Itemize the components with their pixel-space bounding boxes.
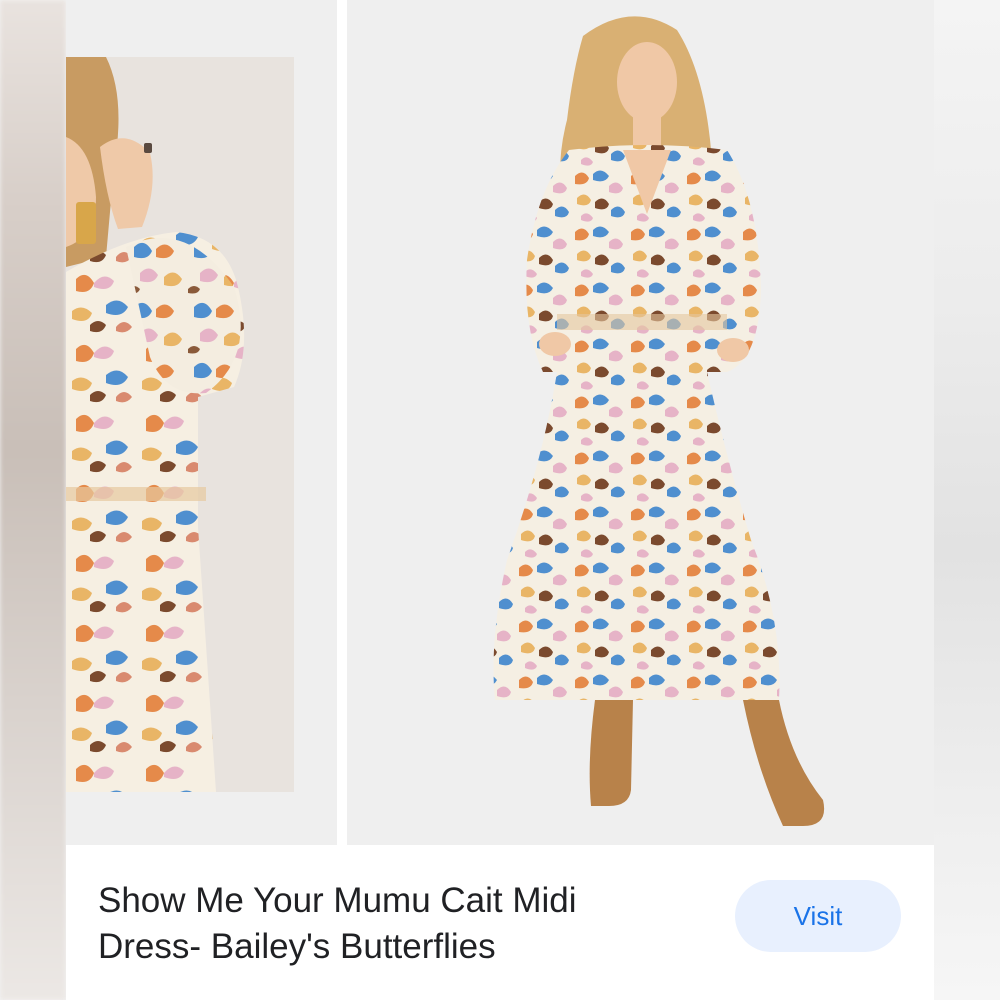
main-photo-illustration xyxy=(347,0,934,845)
visit-button[interactable]: Visit xyxy=(735,880,901,952)
product-image-detail[interactable] xyxy=(66,0,337,845)
detail-photo-illustration xyxy=(66,57,294,792)
product-image-main[interactable] xyxy=(347,0,934,845)
product-title-line-1: Show Me Your Mumu Cait Midi xyxy=(98,881,577,920)
result-caption: Show Me Your Mumu Cait Midi Dress- Baile… xyxy=(66,845,934,1000)
background-blur-left xyxy=(0,0,66,1000)
product-title-line-2: Dress- Bailey's Butterflies xyxy=(98,927,496,966)
detail-photo xyxy=(66,57,294,792)
product-title[interactable]: Show Me Your Mumu Cait Midi Dress- Baile… xyxy=(98,878,678,970)
result-card: Show Me Your Mumu Cait Midi Dress- Baile… xyxy=(66,0,934,1000)
background-blur-right xyxy=(934,0,1000,1000)
